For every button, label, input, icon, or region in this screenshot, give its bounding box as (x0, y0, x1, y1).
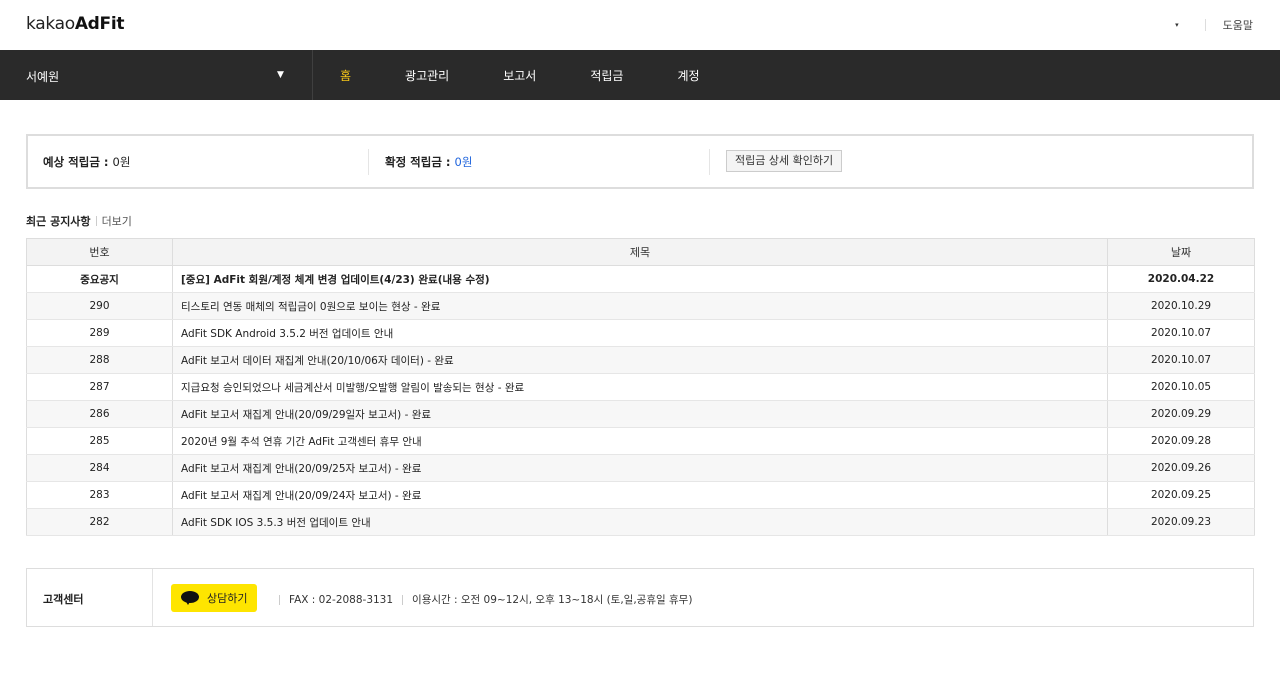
divider (279, 594, 280, 605)
user-dropdown-caret-icon[interactable]: ▾ (1175, 21, 1179, 29)
chat-consult-button[interactable]: 상담하기 (171, 584, 257, 612)
row-date: 2020.09.25 (1107, 481, 1255, 509)
reward-summary: 예상 적립금 : 0원 확정 적립금 : 0원 적립금 상세 확인하기 (26, 134, 1254, 189)
row-date: 2020.09.26 (1107, 454, 1255, 482)
top-header: kakaoAdFit ▾ 도움말 (0, 0, 1280, 50)
row-number: 290 (26, 292, 173, 320)
row-number: 중요공지 (26, 265, 173, 293)
row-title-link[interactable]: AdFit SDK Android 3.5.2 버전 업데이트 안내 (172, 319, 1108, 347)
column-header-title: 제목 (172, 238, 1108, 266)
expected-reward-value: 0원 (112, 155, 131, 169)
table-row[interactable]: 285 2020년 9월 추석 연휴 기간 AdFit 고객센터 휴무 안내 2… (26, 427, 1255, 455)
row-title-link[interactable]: [중요] AdFit 회원/계정 체계 변경 업데이트(4/23) 완료(내용 … (172, 265, 1108, 293)
row-number: 289 (26, 319, 173, 347)
row-number: 287 (26, 373, 173, 401)
row-date: 2020.09.23 (1107, 508, 1255, 536)
divider (368, 149, 369, 175)
logo-prefix: kakao (26, 14, 75, 34)
nav-item-reports[interactable]: 보고서 (503, 67, 536, 84)
row-date: 2020.09.29 (1107, 400, 1255, 428)
row-number: 284 (26, 454, 173, 482)
column-header-date: 날짜 (1107, 238, 1255, 266)
row-date: 2020.09.28 (1107, 427, 1255, 455)
row-title-link[interactable]: AdFit SDK IOS 3.5.3 버전 업데이트 안내 (172, 508, 1108, 536)
account-selector[interactable]: 서예원 ▼ (0, 50, 313, 100)
row-title-link[interactable]: AdFit 보고서 재집계 안내(20/09/24자 보고서) - 완료 (172, 481, 1108, 509)
row-number: 283 (26, 481, 173, 509)
notices-title: 최근 공지사항 (26, 215, 91, 228)
row-number: 286 (26, 400, 173, 428)
divider (402, 594, 404, 605)
nav-menu: 홈 광고관리 보고서 적립금 계정 (313, 50, 754, 100)
main-nav: 서예원 ▼ 홈 광고관리 보고서 적립금 계정 (0, 50, 1280, 100)
row-title-link[interactable]: 지급요청 승인되었으나 세금계산서 미발행/오발행 알림이 발송되는 현상 - … (172, 373, 1108, 401)
logo-brand: AdFit (74, 14, 125, 34)
row-title-link[interactable]: 2020년 9월 추석 연휴 기간 AdFit 고객센터 휴무 안내 (172, 427, 1108, 455)
expected-reward: 예상 적립금 : 0원 (43, 154, 130, 170)
nav-item-account[interactable]: 계정 (677, 67, 699, 84)
nav-item-home[interactable]: 홈 (340, 67, 351, 84)
table-row-important[interactable]: 중요공지 [중요] AdFit 회원/계정 체계 변경 업데이트(4/23) 완… (26, 265, 1255, 293)
expected-reward-label: 예상 적립금 : (43, 155, 113, 169)
kakao-adfit-logo[interactable]: kakaoAdFit (26, 14, 125, 34)
divider (95, 216, 97, 226)
customer-center: 고객센터 상담하기 FAX : 02-2088-3131 이용시간 : 오전 0… (26, 568, 1254, 627)
table-row[interactable]: 288 AdFit 보고서 데이터 재집계 안내(20/10/06자 데이터) … (26, 346, 1255, 374)
row-title-link[interactable]: AdFit 보고서 데이터 재집계 안내(20/10/06자 데이터) - 완료 (172, 346, 1108, 374)
row-number: 282 (26, 508, 173, 536)
notices-table: 번호 제목 날짜 중요공지 [중요] AdFit 회원/계정 체계 변경 업데이… (26, 238, 1255, 536)
table-row[interactable]: 282 AdFit SDK IOS 3.5.3 버전 업데이트 안내 2020.… (26, 508, 1255, 536)
customer-center-label-cell: 고객센터 (27, 569, 153, 626)
customer-center-info: FAX : 02-2088-3131 이용시간 : 오전 09~12시, 오후 … (270, 592, 692, 607)
row-title-link[interactable]: AdFit 보고서 재집계 안내(20/09/25자 보고서) - 완료 (172, 454, 1108, 482)
table-row[interactable]: 284 AdFit 보고서 재집계 안내(20/09/25자 보고서) - 완료… (26, 454, 1255, 482)
notices-more-link[interactable]: 더보기 (102, 213, 132, 229)
nav-item-ad-management[interactable]: 광고관리 (405, 67, 449, 84)
chat-bubble-icon (181, 591, 199, 605)
row-title-link[interactable]: AdFit 보고서 재집계 안내(20/09/29일자 보고서) - 완료 (172, 400, 1108, 428)
help-link[interactable]: 도움말 (1223, 17, 1253, 33)
service-hours: 이용시간 : 오전 09~12시, 오후 13~18시 (토,일,공휴일 휴무) (412, 594, 693, 606)
row-date: 2020.10.07 (1107, 346, 1255, 374)
row-date: 2020.10.29 (1107, 292, 1255, 320)
nav-item-rewards[interactable]: 적립금 (590, 67, 623, 84)
notices-header: 최근 공지사항 더보기 (26, 213, 132, 229)
table-row[interactable]: 287 지급요청 승인되었으나 세금계산서 미발행/오발행 알림이 발송되는 현… (26, 373, 1255, 401)
confirmed-reward-label: 확정 적립금 : (385, 155, 455, 169)
chevron-down-icon: ▼ (277, 70, 284, 80)
customer-center-label: 고객센터 (43, 593, 84, 606)
row-number: 288 (26, 346, 173, 374)
row-title-link[interactable]: 티스토리 연동 매체의 적립금이 0원으로 보이는 현상 - 완료 (172, 292, 1108, 320)
confirmed-reward: 확정 적립금 : 0원 (385, 154, 472, 170)
row-date: 2020.04.22 (1107, 265, 1255, 293)
column-header-number: 번호 (26, 238, 173, 266)
divider (1204, 19, 1206, 31)
confirmed-reward-value: 0원 (454, 155, 473, 169)
reward-detail-button[interactable]: 적립금 상세 확인하기 (726, 150, 843, 172)
chat-consult-label: 상담하기 (207, 592, 248, 605)
top-right-menu: ▾ 도움말 (1175, 17, 1253, 33)
row-number: 285 (26, 427, 173, 455)
table-row[interactable]: 286 AdFit 보고서 재집계 안내(20/09/29일자 보고서) - 완… (26, 400, 1255, 428)
table-header-row: 번호 제목 날짜 (26, 238, 1255, 266)
table-row[interactable]: 290 티스토리 연동 매체의 적립금이 0원으로 보이는 현상 - 완료 20… (26, 292, 1255, 320)
table-row[interactable]: 283 AdFit 보고서 재집계 안내(20/09/24자 보고서) - 완료… (26, 481, 1255, 509)
table-row[interactable]: 289 AdFit SDK Android 3.5.2 버전 업데이트 안내 2… (26, 319, 1255, 347)
fax-number: FAX : 02-2088-3131 (289, 593, 394, 606)
row-date: 2020.10.05 (1107, 373, 1255, 401)
account-name: 서예원 (26, 70, 60, 84)
divider (709, 149, 710, 175)
row-date: 2020.10.07 (1107, 319, 1255, 347)
